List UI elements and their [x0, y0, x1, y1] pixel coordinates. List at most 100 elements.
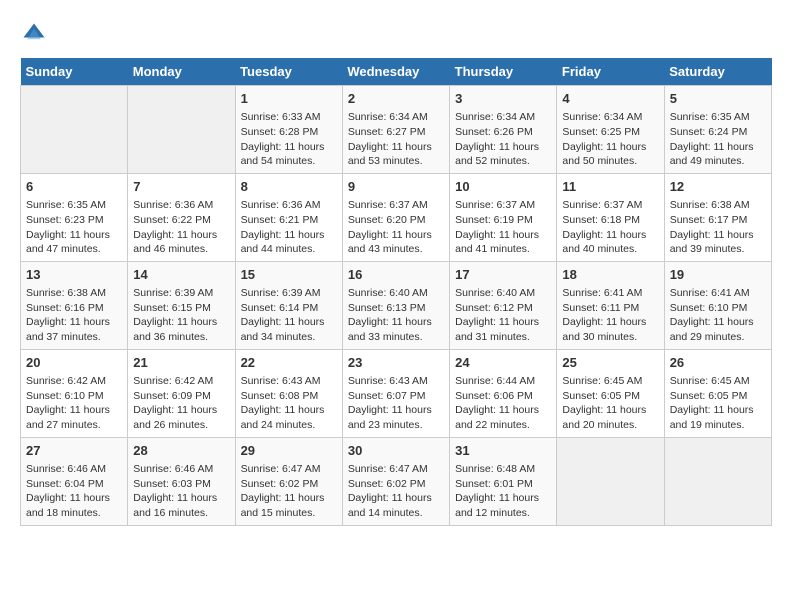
week-row-1: 1Sunrise: 6:33 AMSunset: 6:28 PMDaylight… [21, 86, 772, 174]
cell-info: Sunrise: 6:35 AMSunset: 6:23 PMDaylight:… [26, 198, 122, 257]
day-number: 20 [26, 354, 122, 372]
calendar-header: SundayMondayTuesdayWednesdayThursdayFrid… [21, 58, 772, 86]
cell-info: Sunrise: 6:46 AMSunset: 6:04 PMDaylight:… [26, 462, 122, 521]
day-number: 6 [26, 178, 122, 196]
day-number: 27 [26, 442, 122, 460]
calendar-body: 1Sunrise: 6:33 AMSunset: 6:28 PMDaylight… [21, 86, 772, 526]
calendar-cell: 19 Sunrise: 6:41 AMSunset: 6:10 PMDayligh… [664, 261, 771, 349]
week-row-5: 27 Sunrise: 6:46 AMSunset: 6:04 PMDayligh… [21, 437, 772, 525]
calendar-cell: 10 Sunrise: 6:37 AMSunset: 6:19 PMDayligh… [450, 173, 557, 261]
day-number: 25 [562, 354, 658, 372]
day-number: 10 [455, 178, 551, 196]
day-number: 12 [670, 178, 766, 196]
day-number: 31 [455, 442, 551, 460]
calendar-cell: 9 Sunrise: 6:37 AMSunset: 6:20 PMDaylight… [342, 173, 449, 261]
calendar-cell: 7 Sunrise: 6:36 AMSunset: 6:22 PMDaylight… [128, 173, 235, 261]
calendar-cell: 14 Sunrise: 6:39 AMSunset: 6:15 PMDayligh… [128, 261, 235, 349]
header-tuesday: Tuesday [235, 58, 342, 86]
day-number: 7 [133, 178, 229, 196]
calendar-cell: 31 Sunrise: 6:48 AMSunset: 6:01 PMDayligh… [450, 437, 557, 525]
calendar-cell: 4 Sunrise: 6:34 AMSunset: 6:25 PMDaylight… [557, 86, 664, 174]
day-number: 16 [348, 266, 444, 284]
cell-info: Sunrise: 6:41 AMSunset: 6:10 PMDaylight:… [670, 286, 766, 345]
cell-info: Sunrise: 6:37 AMSunset: 6:18 PMDaylight:… [562, 198, 658, 257]
cell-info: Sunrise: 6:45 AMSunset: 6:05 PMDaylight:… [670, 374, 766, 433]
calendar-cell: 27 Sunrise: 6:46 AMSunset: 6:04 PMDayligh… [21, 437, 128, 525]
cell-info: Sunrise: 6:37 AMSunset: 6:20 PMDaylight:… [348, 198, 444, 257]
day-number: 23 [348, 354, 444, 372]
calendar-cell: 2 Sunrise: 6:34 AMSunset: 6:27 PMDaylight… [342, 86, 449, 174]
calendar-cell: 11Sunrise: 6:37 AMSunset: 6:18 PMDayligh… [557, 173, 664, 261]
day-number: 28 [133, 442, 229, 460]
calendar-cell: 16 Sunrise: 6:40 AMSunset: 6:13 PMDayligh… [342, 261, 449, 349]
calendar-cell [128, 86, 235, 174]
cell-info: Sunrise: 6:38 AMSunset: 6:16 PMDaylight:… [26, 286, 122, 345]
day-number: 30 [348, 442, 444, 460]
day-number: 17 [455, 266, 551, 284]
cell-info: Sunrise: 6:36 AMSunset: 6:22 PMDaylight:… [133, 198, 229, 257]
cell-info: Sunrise: 6:39 AMSunset: 6:14 PMDaylight:… [241, 286, 337, 345]
calendar-cell: 6 Sunrise: 6:35 AMSunset: 6:23 PMDaylight… [21, 173, 128, 261]
day-number: 24 [455, 354, 551, 372]
day-number: 1 [241, 90, 337, 108]
cell-info: Sunrise: 6:41 AMSunset: 6:11 PMDaylight:… [562, 286, 658, 345]
cell-info: Sunrise: 6:45 AMSunset: 6:05 PMDaylight:… [562, 374, 658, 433]
header-thursday: Thursday [450, 58, 557, 86]
cell-info: Sunrise: 6:36 AMSunset: 6:21 PMDaylight:… [241, 198, 337, 257]
cell-info: Sunrise: 6:34 AMSunset: 6:27 PMDaylight:… [348, 110, 444, 169]
calendar-cell: 1Sunrise: 6:33 AMSunset: 6:28 PMDaylight… [235, 86, 342, 174]
cell-info: Sunrise: 6:46 AMSunset: 6:03 PMDaylight:… [133, 462, 229, 521]
logo [20, 20, 52, 48]
day-number: 26 [670, 354, 766, 372]
day-number: 5 [670, 90, 766, 108]
calendar-cell: 30 Sunrise: 6:47 AMSunset: 6:02 PMDayligh… [342, 437, 449, 525]
day-number: 21 [133, 354, 229, 372]
header-saturday: Saturday [664, 58, 771, 86]
day-number: 15 [241, 266, 337, 284]
calendar-cell: 5 Sunrise: 6:35 AMSunset: 6:24 PMDaylight… [664, 86, 771, 174]
cell-info: Sunrise: 6:48 AMSunset: 6:01 PMDaylight:… [455, 462, 551, 521]
day-number: 19 [670, 266, 766, 284]
calendar-cell: 15 Sunrise: 6:39 AMSunset: 6:14 PMDayligh… [235, 261, 342, 349]
day-number: 2 [348, 90, 444, 108]
cell-info: Sunrise: 6:40 AMSunset: 6:13 PMDaylight:… [348, 286, 444, 345]
calendar-cell: 18 Sunrise: 6:41 AMSunset: 6:11 PMDayligh… [557, 261, 664, 349]
cell-info: Sunrise: 6:43 AMSunset: 6:07 PMDaylight:… [348, 374, 444, 433]
day-number: 22 [241, 354, 337, 372]
calendar-cell: 23 Sunrise: 6:43 AMSunset: 6:07 PMDayligh… [342, 349, 449, 437]
calendar-cell: 12Sunrise: 6:38 AMSunset: 6:17 PMDayligh… [664, 173, 771, 261]
cell-info: Sunrise: 6:34 AMSunset: 6:25 PMDaylight:… [562, 110, 658, 169]
calendar-cell: 17Sunrise: 6:40 AMSunset: 6:12 PMDayligh… [450, 261, 557, 349]
day-number: 9 [348, 178, 444, 196]
calendar-cell: 13Sunrise: 6:38 AMSunset: 6:16 PMDayligh… [21, 261, 128, 349]
calendar-cell: 21 Sunrise: 6:42 AMSunset: 6:09 PMDayligh… [128, 349, 235, 437]
cell-info: Sunrise: 6:47 AMSunset: 6:02 PMDaylight:… [241, 462, 337, 521]
calendar-cell: 3Sunrise: 6:34 AMSunset: 6:26 PMDaylight… [450, 86, 557, 174]
calendar-table: SundayMondayTuesdayWednesdayThursdayFrid… [20, 58, 772, 526]
cell-info: Sunrise: 6:35 AMSunset: 6:24 PMDaylight:… [670, 110, 766, 169]
day-number: 4 [562, 90, 658, 108]
cell-info: Sunrise: 6:47 AMSunset: 6:02 PMDaylight:… [348, 462, 444, 521]
header-wednesday: Wednesday [342, 58, 449, 86]
cell-info: Sunrise: 6:39 AMSunset: 6:15 PMDaylight:… [133, 286, 229, 345]
calendar-cell [664, 437, 771, 525]
cell-info: Sunrise: 6:43 AMSunset: 6:08 PMDaylight:… [241, 374, 337, 433]
day-number: 14 [133, 266, 229, 284]
calendar-cell: 28 Sunrise: 6:46 AMSunset: 6:03 PMDayligh… [128, 437, 235, 525]
week-row-2: 6 Sunrise: 6:35 AMSunset: 6:23 PMDaylight… [21, 173, 772, 261]
logo-icon [20, 20, 48, 48]
cell-info: Sunrise: 6:44 AMSunset: 6:06 PMDaylight:… [455, 374, 551, 433]
calendar-cell: 25 Sunrise: 6:45 AMSunset: 6:05 PMDayligh… [557, 349, 664, 437]
calendar-cell [557, 437, 664, 525]
cell-info: Sunrise: 6:37 AMSunset: 6:19 PMDaylight:… [455, 198, 551, 257]
day-number: 3 [455, 90, 551, 108]
calendar-cell [21, 86, 128, 174]
day-number: 18 [562, 266, 658, 284]
calendar-cell: 8Sunrise: 6:36 AMSunset: 6:21 PMDaylight… [235, 173, 342, 261]
cell-info: Sunrise: 6:42 AMSunset: 6:10 PMDaylight:… [26, 374, 122, 433]
week-row-3: 13Sunrise: 6:38 AMSunset: 6:16 PMDayligh… [21, 261, 772, 349]
page-header [20, 20, 772, 48]
calendar-cell: 22 Sunrise: 6:43 AMSunset: 6:08 PMDayligh… [235, 349, 342, 437]
calendar-cell: 20 Sunrise: 6:42 AMSunset: 6:10 PMDayligh… [21, 349, 128, 437]
cell-info: Sunrise: 6:42 AMSunset: 6:09 PMDaylight:… [133, 374, 229, 433]
